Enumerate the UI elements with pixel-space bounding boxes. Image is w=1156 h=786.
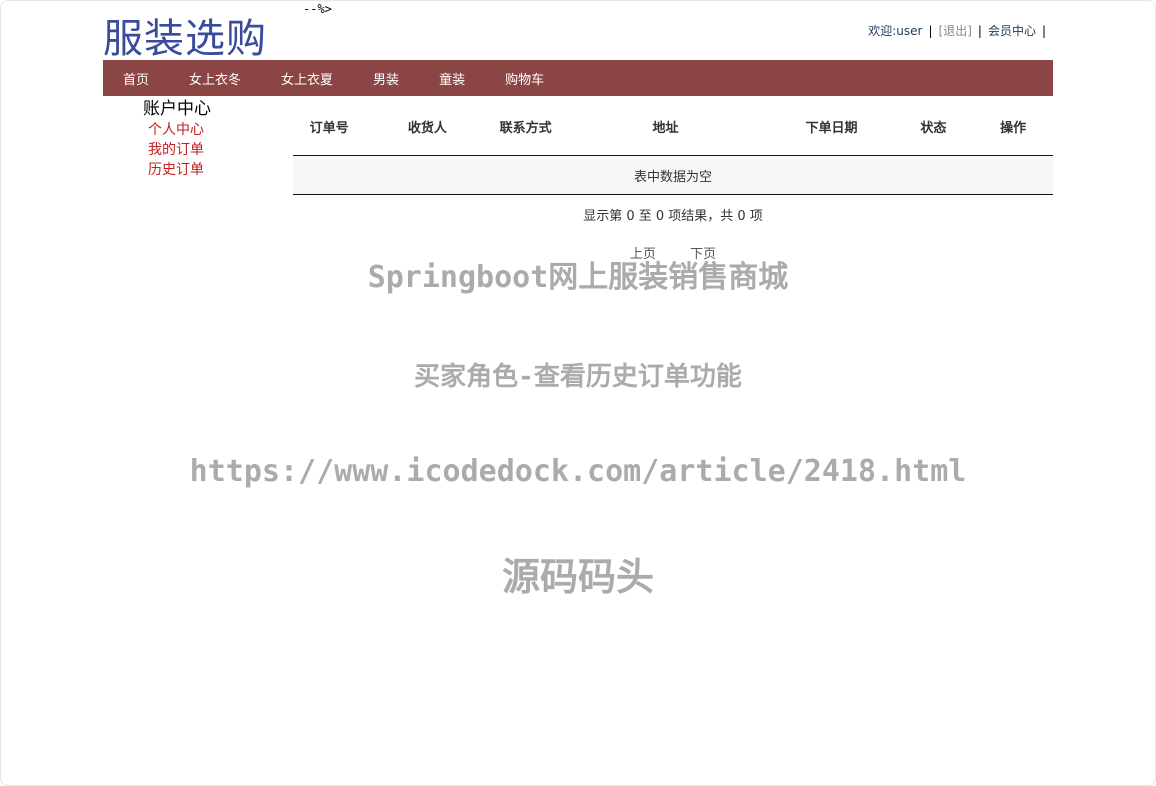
stray-text: --%>	[303, 2, 332, 16]
sidebar-item-history-orders[interactable]: 历史订单	[143, 160, 283, 180]
col-header-contact[interactable]: 联系方式	[489, 97, 562, 156]
pagination: 上页 下页	[293, 243, 1053, 262]
col-header-receiver[interactable]: 收货人	[365, 97, 490, 156]
col-header-actions[interactable]: 操作	[973, 97, 1053, 156]
sidebar-item-personal-center[interactable]: 个人中心	[143, 120, 283, 140]
orders-table-wrapper: 订单号 收货人 联系方式 地址 下单日期 状态 操作 表中数据为空	[293, 97, 1053, 195]
next-page-button[interactable]: 下页	[690, 247, 716, 262]
table-info: 显示第 0 至 0 项结果，共 0 项	[583, 209, 763, 224]
account-sidebar: 账户中心 个人中心 我的订单 历史订单	[143, 98, 283, 180]
nav-item-women-summer[interactable]: 女上衣夏	[261, 69, 353, 88]
col-header-order-no[interactable]: 订单号	[293, 97, 366, 156]
separator: |	[977, 24, 982, 38]
nav-item-cart[interactable]: 购物车	[485, 69, 564, 88]
nav-item-kids[interactable]: 童装	[419, 69, 485, 88]
empty-table-message: 表中数据为空	[293, 155, 1053, 195]
welcome-user-link[interactable]: 欢迎:user	[868, 24, 922, 38]
main-nav: 首页 女上衣冬 女上衣夏 男装 童装 购物车	[103, 60, 1053, 96]
nav-item-men[interactable]: 男装	[353, 69, 419, 88]
col-header-address[interactable]: 地址	[561, 97, 770, 156]
separator: |	[1041, 24, 1046, 38]
table-header-row: 订单号 收货人 联系方式 地址 下单日期 状态 操作	[293, 97, 1053, 156]
nav-item-women-winter[interactable]: 女上衣冬	[169, 69, 261, 88]
member-center-link[interactable]: 会员中心	[988, 24, 1036, 38]
sidebar-item-my-orders[interactable]: 我的订单	[143, 140, 283, 160]
site-logo[interactable]: 服装选购	[103, 16, 267, 62]
separator: |	[928, 24, 933, 38]
sidebar-title: 账户中心	[143, 99, 211, 119]
table-row: 表中数据为空	[293, 155, 1053, 195]
col-header-status[interactable]: 状态	[893, 97, 974, 156]
nav-item-home[interactable]: 首页	[103, 69, 169, 88]
prev-page-button[interactable]: 上页	[630, 247, 656, 262]
orders-table: 订单号 收货人 联系方式 地址 下单日期 状态 操作 表中数据为空	[293, 97, 1053, 195]
top-user-bar: 欢迎:user | [退出] | 会员中心 |	[868, 22, 1052, 39]
col-header-order-date[interactable]: 下单日期	[769, 97, 894, 156]
logout-link[interactable]: [退出]	[939, 24, 972, 38]
